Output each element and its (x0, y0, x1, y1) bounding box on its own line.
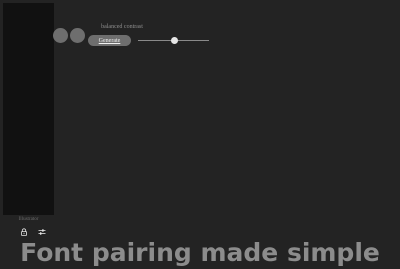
contrast-mode-label: balanced contrast (101, 24, 143, 30)
slider-thumb[interactable] (170, 37, 178, 44)
contrast-slider[interactable] (138, 37, 209, 44)
color-swatch-1[interactable] (53, 28, 68, 43)
lock-icon[interactable] (20, 228, 28, 236)
color-swatch-2[interactable] (70, 28, 85, 43)
hero-headline: Font pairing made simple (20, 238, 380, 267)
sliders-icon[interactable] (38, 228, 46, 236)
sidebar-panel (3, 3, 54, 215)
sidebar-caption: Illustrator (18, 217, 39, 222)
generate-button[interactable]: Generate (88, 35, 131, 46)
